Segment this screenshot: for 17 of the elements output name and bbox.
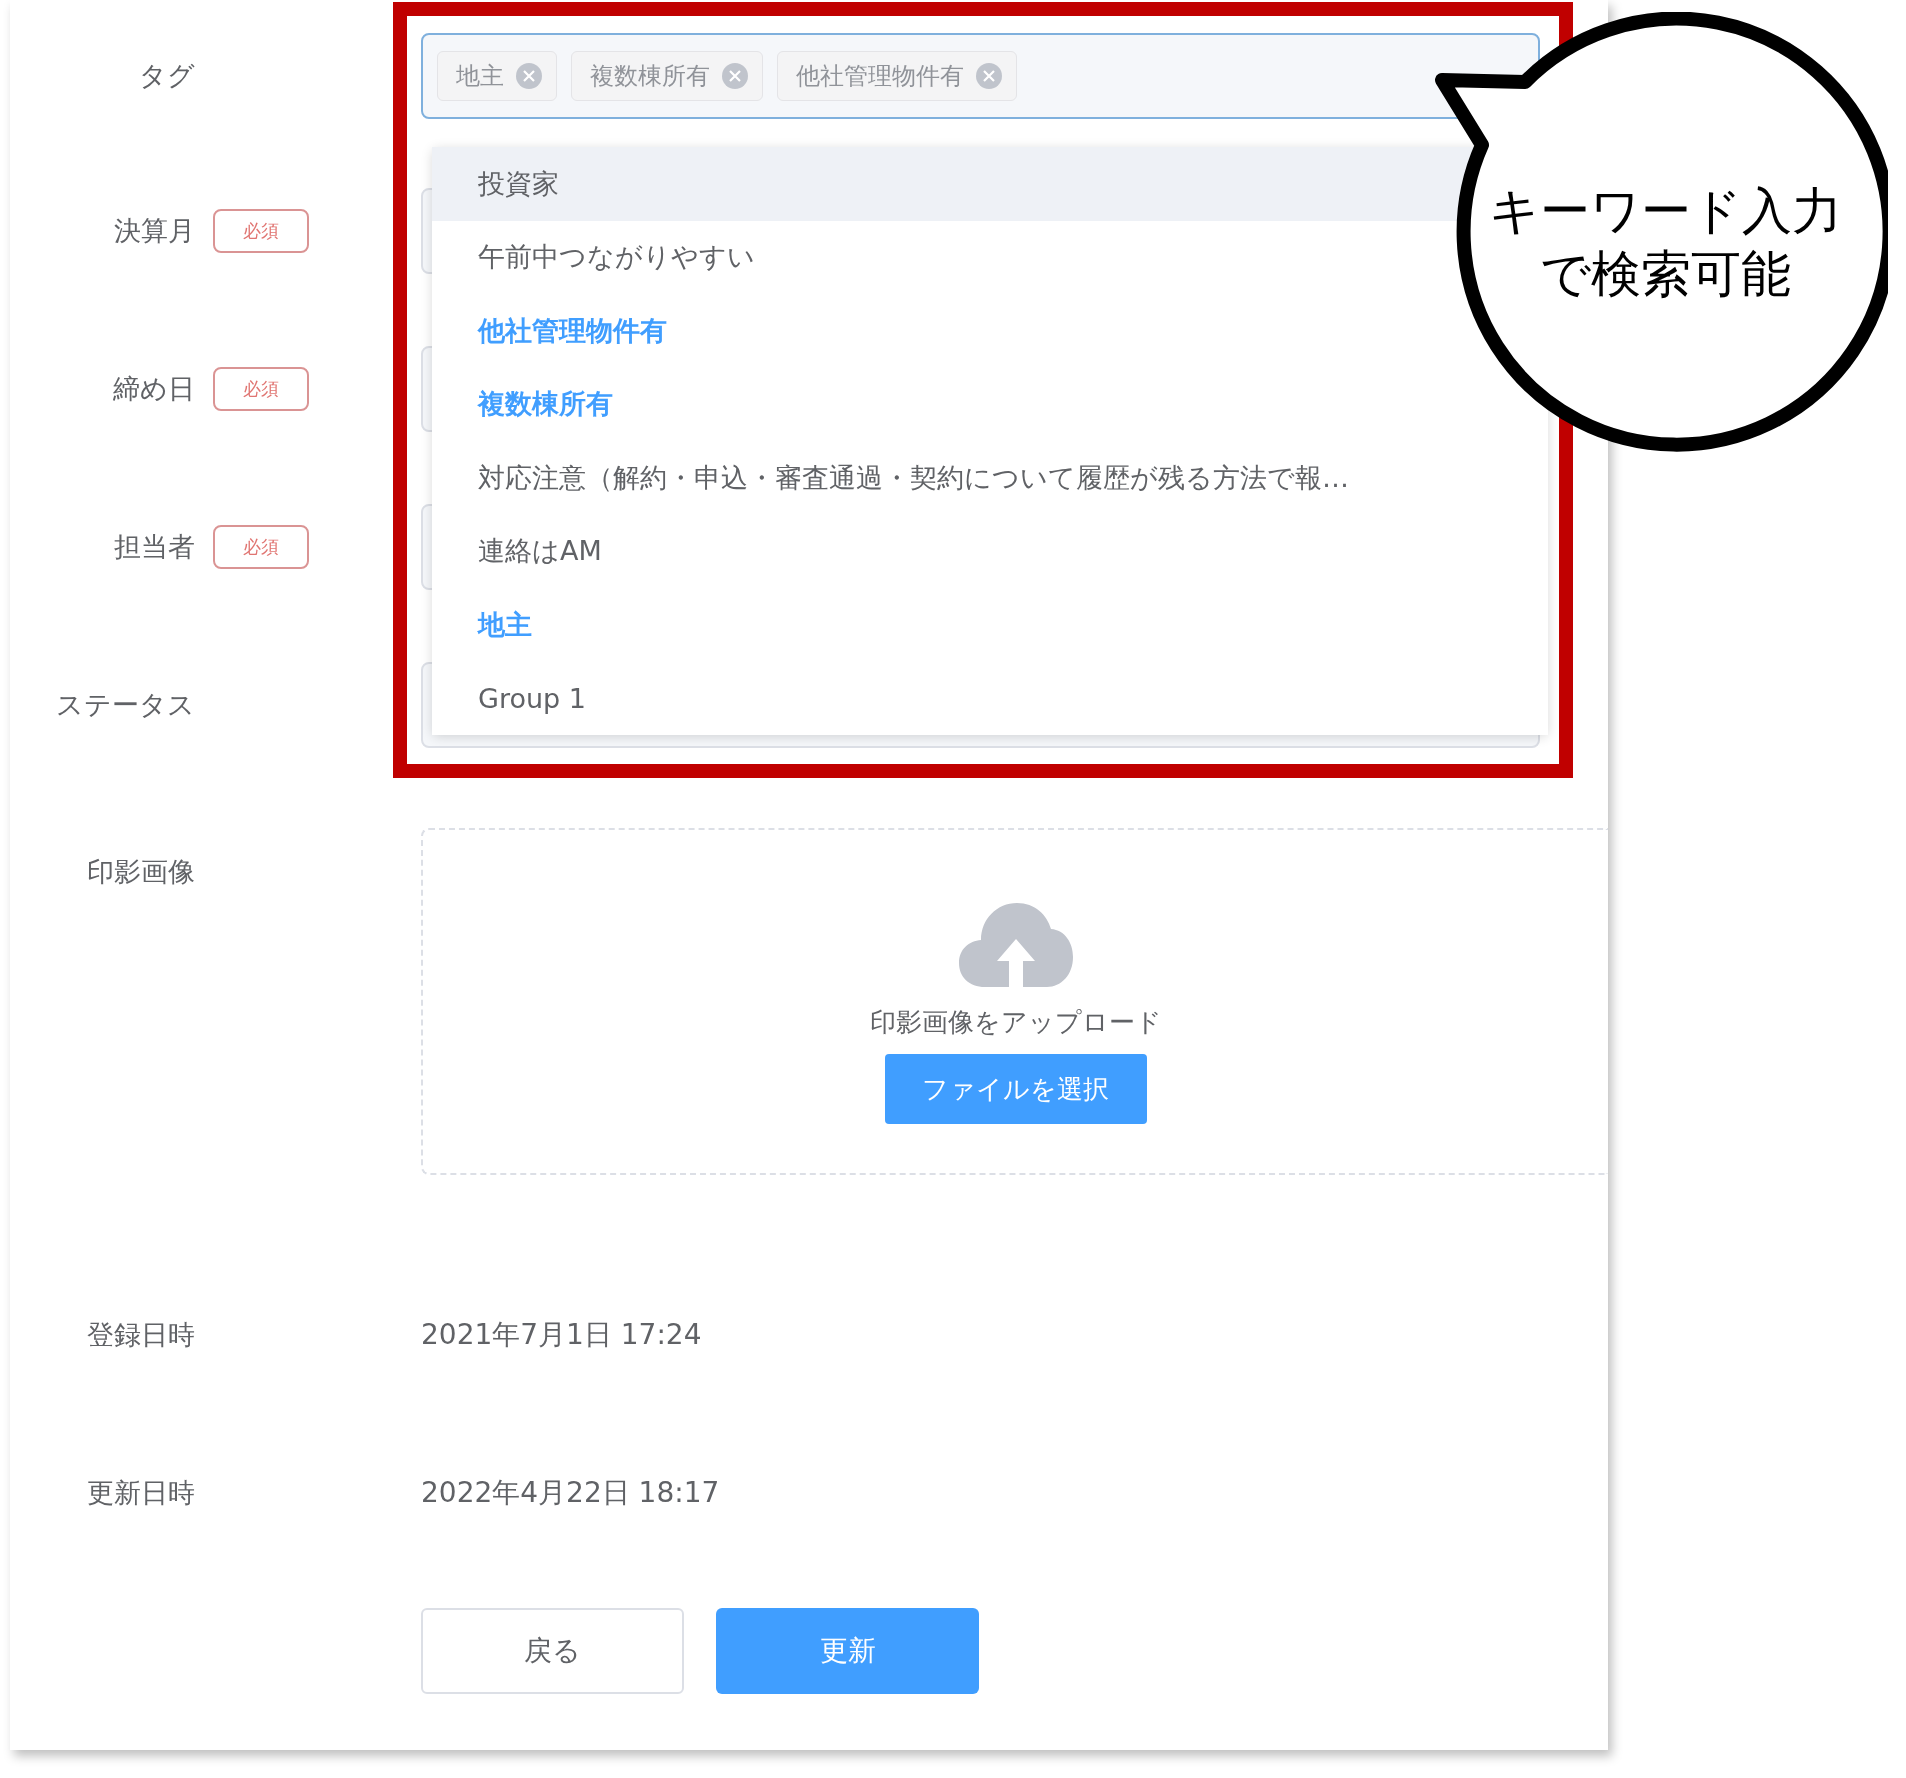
tag-chip: 複数棟所有: [571, 51, 763, 101]
field-label: 担当者: [113, 530, 195, 564]
field-value: 2022年4月22日 18:17: [421, 1475, 721, 1511]
required-badge: 必須: [213, 367, 309, 411]
required-badge: 必須: [213, 525, 309, 569]
tag-chip: 他社管理物件有: [777, 51, 1017, 101]
field-label: 締め日: [112, 372, 195, 406]
upload-prompt: 印影画像をアップロード: [869, 1006, 1162, 1039]
required-badge: 必須: [213, 209, 309, 253]
field-label: 登録日時: [86, 1318, 195, 1352]
field-label: ステータス: [55, 688, 195, 722]
field-label: 更新日時: [86, 1476, 195, 1510]
field-label: 決算月: [113, 214, 195, 248]
field-value: 2021年7月1日 17:24: [421, 1317, 703, 1353]
field-label: 印影画像: [86, 855, 195, 889]
tag-chip: 地主: [437, 51, 557, 101]
field-label: タグ: [138, 59, 195, 93]
